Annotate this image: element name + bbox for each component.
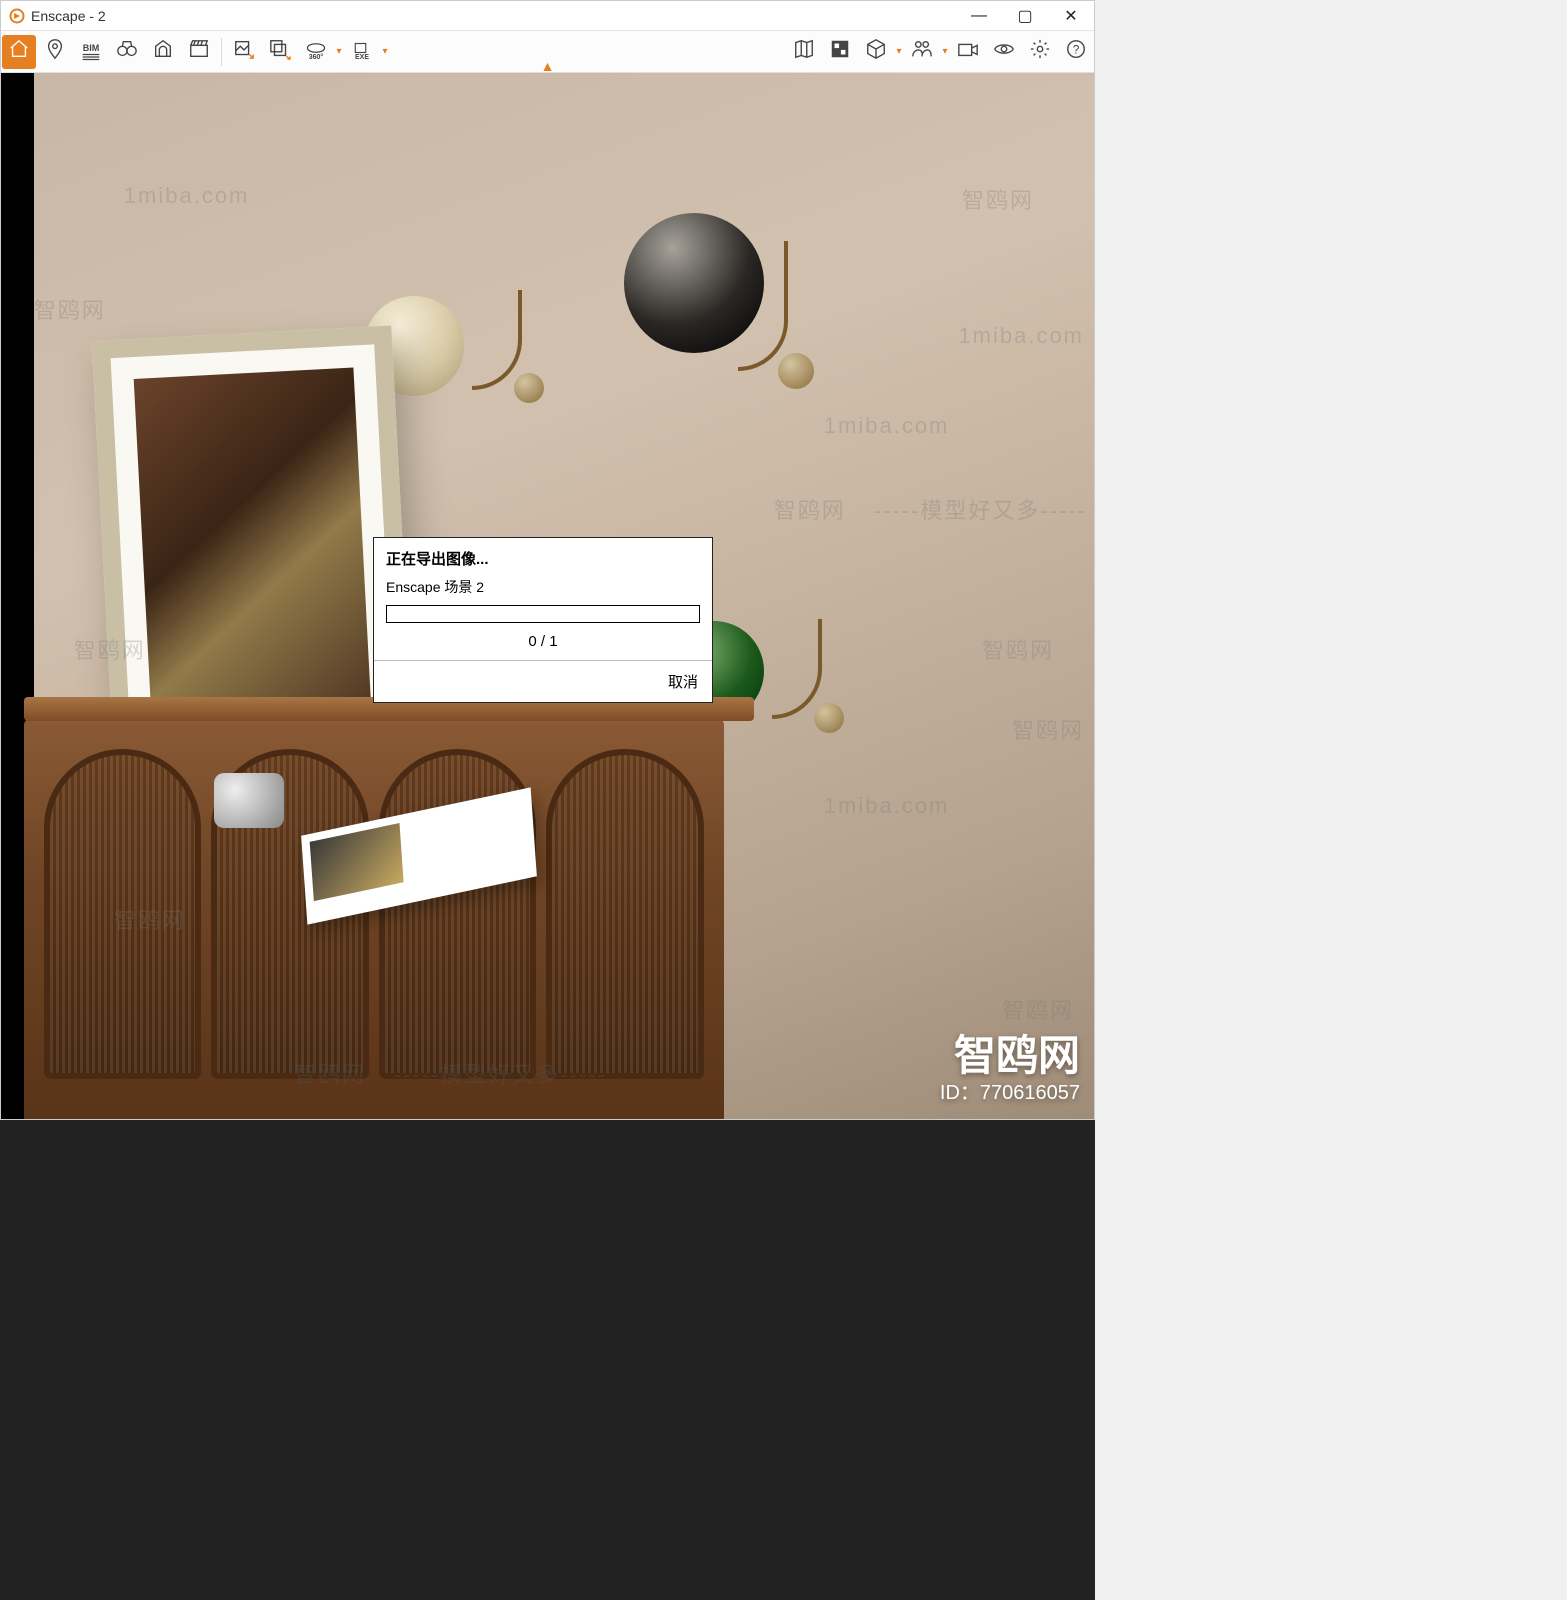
toolbar-divider [221,38,222,66]
location-button[interactable] [38,35,72,69]
home-icon [8,38,30,65]
window-title: Enscape - 2 [31,8,106,24]
help-button[interactable]: ? [1059,35,1093,69]
binoculars-button[interactable] [110,35,144,69]
enscape-logo-icon [9,8,25,24]
export-360-button[interactable]: 360° [299,35,333,69]
watermark-url: 1miba.com [824,413,950,439]
cancel-button[interactable]: 取消 [668,674,698,691]
progress-count: 0 / 1 [374,629,712,660]
watermark-brand: 智鸥网 [982,633,1054,665]
visibility-button[interactable] [987,35,1021,69]
export-360-icon: 360° [305,42,327,61]
material-lib-icon [829,38,851,65]
home-button[interactable] [2,35,36,69]
help-icon: ? [1065,38,1087,65]
arch-icon [152,38,174,65]
toolbar-left-group: BIM 360° [1,31,390,72]
toolbar: BIM 360° [1,31,1094,73]
location-pin-icon [44,38,66,65]
ornament [214,773,284,828]
titlebar-left: Enscape - 2 [1,8,106,24]
progress-bar [386,605,700,623]
sideboard [24,719,724,1119]
export-dialog: 正在导出图像... Enscape 场景 2 0 / 1 取消 [373,537,713,703]
dialog-title: 正在导出图像... [374,538,712,573]
export-batch-icon [269,38,291,65]
watermark-id: ID：770616057 [940,1081,1080,1105]
watermark-brand: 智鸥网 [774,493,846,525]
watermark-tagline: -----模型好又多----- [874,493,1087,525]
toolbar-right-group: ▾ ▾ ? [786,31,1094,72]
arch-button[interactable] [146,35,180,69]
cube-icon [865,38,887,65]
export-exe-dropdown[interactable]: ▾ [380,46,390,57]
settings-button[interactable] [1023,35,1057,69]
binoculars-icon [116,38,138,65]
map-icon [793,38,815,65]
people-button[interactable] [905,35,939,69]
close-button[interactable]: ✕ [1048,1,1094,30]
watermark-logo: 智鸥网 ID：770616057 [940,1031,1080,1105]
visibility-icon [993,38,1015,65]
watermark-url: 1miba.com [824,793,950,819]
video-button[interactable] [182,35,216,69]
watermark-logo-text: 智鸥网 [940,1031,1080,1081]
app-window: Enscape - 2 — ▢ ✕ BIM [0,0,1095,1120]
svg-text:?: ? [1073,43,1080,57]
export-360-dropdown[interactable]: ▾ [334,46,344,57]
export-image-button[interactable] [227,35,261,69]
render-viewport[interactable]: 1miba.com 智鸥网 1miba.com 智鸥网 1miba.com 智鸥… [1,73,1094,1119]
window-controls: — ▢ ✕ [956,1,1094,30]
watermark-brand: 智鸥网 [1002,993,1074,1025]
wall-lamp-black [624,213,744,333]
export-exe-button[interactable]: EXE [345,35,379,69]
export-exe-icon: EXE [352,42,372,61]
map-button[interactable] [787,35,821,69]
people-dropdown[interactable]: ▾ [940,46,950,57]
maximize-button[interactable]: ▢ [1002,1,1048,30]
watermark-brand: 智鸥网 [1012,713,1084,745]
camera-icon [957,38,979,65]
cube-dropdown[interactable]: ▾ [894,46,904,57]
export-batch-button[interactable] [263,35,297,69]
watermark-brand: 智鸥网 [962,183,1034,215]
minimize-button[interactable]: — [956,1,1002,30]
export-image-icon [233,38,255,65]
camera-button[interactable] [951,35,985,69]
material-lib-button[interactable] [823,35,857,69]
cube-button[interactable] [859,35,893,69]
watermark-url: 1miba.com [958,323,1084,349]
below-window-area [0,1120,1095,1600]
watermark-brand: 智鸥网 [34,293,106,325]
watermark-url: 1miba.com [124,183,250,209]
titlebar: Enscape - 2 — ▢ ✕ [1,1,1094,31]
dialog-scene-label: Enscape 场景 2 [374,573,712,605]
people-icon [911,38,933,65]
clapperboard-icon [188,38,210,65]
bim-icon: BIM [81,43,101,61]
bim-button[interactable]: BIM [74,35,108,69]
panel-toggle-arrow-icon[interactable]: ▲ [541,59,555,73]
settings-gear-icon [1029,38,1051,65]
